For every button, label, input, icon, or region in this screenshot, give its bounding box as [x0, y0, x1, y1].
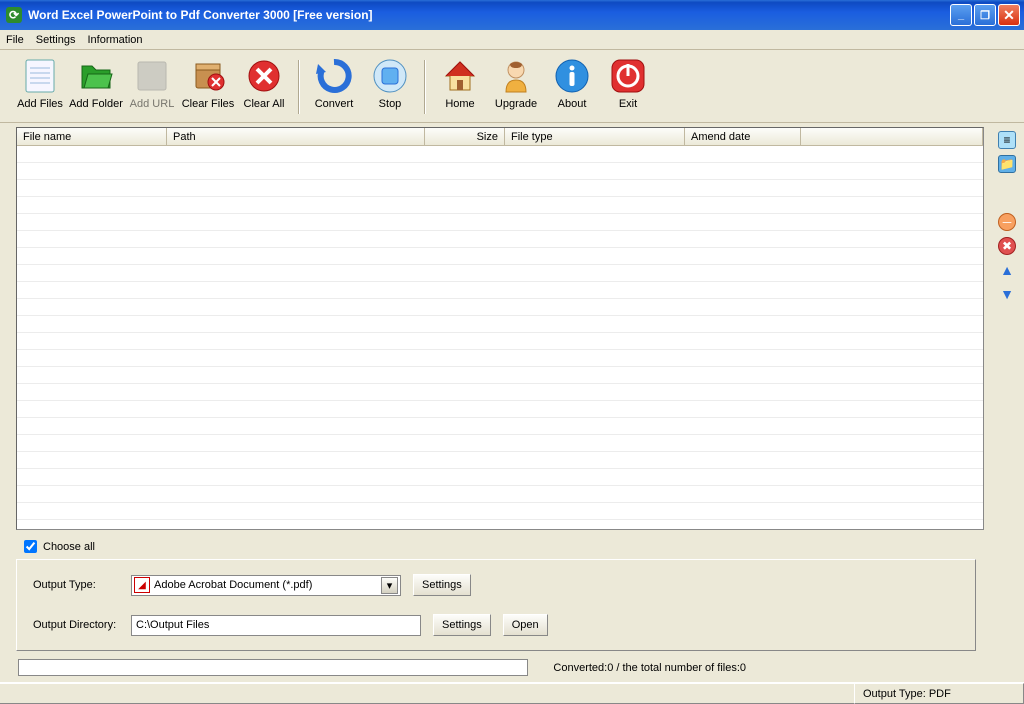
choose-all-checkbox[interactable]: [24, 540, 37, 553]
box-x-icon: [188, 56, 228, 96]
add-folder-button[interactable]: Add Folder: [68, 54, 124, 112]
output-type-label: Output Type:: [33, 579, 119, 591]
output-dir-input[interactable]: [131, 615, 421, 636]
output-dir-settings-button[interactable]: Settings: [433, 614, 491, 636]
app-icon: ⟳: [6, 7, 22, 23]
progress-text: Converted:0 / the total number of files:…: [553, 662, 746, 674]
output-type-select[interactable]: ◢ Adobe Acrobat Document (*.pdf) ▾: [131, 575, 401, 596]
info-icon: [552, 56, 592, 96]
progress-row: Converted:0 / the total number of files:…: [4, 657, 988, 680]
statusbar: Output Type: PDF: [0, 682, 1024, 704]
remove-icon[interactable]: －: [998, 213, 1016, 231]
convert-button[interactable]: Convert: [306, 54, 362, 112]
choose-all-row: Choose all: [4, 534, 988, 557]
output-type-settings-button[interactable]: Settings: [413, 574, 471, 596]
status-output-type: Output Type: PDF: [854, 683, 1024, 704]
add-url-button: Add URL: [124, 54, 180, 112]
folder-icon: [76, 56, 116, 96]
clear-all-icon: [244, 56, 284, 96]
toolbar: Add Files Add Folder Add URL Clear Files…: [0, 50, 1024, 123]
output-dir-label: Output Directory:: [33, 619, 119, 631]
convert-icon: [314, 56, 354, 96]
url-icon: [132, 56, 172, 96]
file-table[interactable]: File name Path Size File type Amend date: [16, 127, 984, 530]
choose-all-label: Choose all: [43, 541, 95, 553]
stop-icon: [370, 56, 410, 96]
clear-all-button[interactable]: Clear All: [236, 54, 292, 112]
power-icon: [608, 56, 648, 96]
menubar: File Settings Information: [0, 30, 1024, 50]
toolbar-separator: [298, 60, 300, 114]
home-icon: [440, 56, 480, 96]
output-panel: Output Type: ◢ Adobe Acrobat Document (*…: [16, 559, 976, 651]
progress-bar: [18, 659, 528, 676]
clear-files-button[interactable]: Clear Files: [180, 54, 236, 112]
open-button[interactable]: Open: [503, 614, 548, 636]
window-title: Word Excel PowerPoint to Pdf Converter 3…: [28, 8, 950, 22]
titlebar: ⟳ Word Excel PowerPoint to Pdf Converter…: [0, 0, 1024, 30]
col-path[interactable]: Path: [167, 128, 425, 145]
file-icon: [20, 56, 60, 96]
move-down-icon[interactable]: ▼: [998, 285, 1016, 303]
content-area: File name Path Size File type Amend date…: [0, 123, 1024, 682]
col-spacer: [801, 128, 983, 145]
close-button[interactable]: ✕: [998, 4, 1020, 26]
delete-icon[interactable]: ✖: [998, 237, 1016, 255]
menu-file[interactable]: File: [6, 34, 24, 46]
col-file-name[interactable]: File name: [17, 128, 167, 145]
pdf-icon: ◢: [134, 577, 150, 593]
toolbar-separator: [424, 60, 426, 114]
menu-settings[interactable]: Settings: [36, 34, 76, 46]
chevron-down-icon: ▾: [381, 577, 398, 594]
about-button[interactable]: About: [544, 54, 600, 112]
upgrade-button[interactable]: Upgrade: [488, 54, 544, 112]
stop-button[interactable]: Stop: [362, 54, 418, 112]
exit-button[interactable]: Exit: [600, 54, 656, 112]
col-amend-date[interactable]: Amend date: [685, 128, 801, 145]
table-header: File name Path Size File type Amend date: [17, 128, 983, 146]
status-spacer: [0, 683, 855, 704]
menu-information[interactable]: Information: [87, 34, 142, 46]
side-toolbar: ≡ 📁 － ✖ ▲ ▼: [994, 125, 1020, 680]
home-button[interactable]: Home: [432, 54, 488, 112]
add-files-button[interactable]: Add Files: [12, 54, 68, 112]
list-icon[interactable]: ≡: [998, 131, 1016, 149]
output-type-value: Adobe Acrobat Document (*.pdf): [154, 579, 381, 591]
user-icon: [496, 56, 536, 96]
col-file-type[interactable]: File type: [505, 128, 685, 145]
table-body: [17, 146, 983, 529]
maximize-button[interactable]: ❐: [974, 4, 996, 26]
minimize-button[interactable]: _: [950, 4, 972, 26]
folder-add-icon[interactable]: 📁: [998, 155, 1016, 173]
col-size[interactable]: Size: [425, 128, 505, 145]
move-up-icon[interactable]: ▲: [998, 261, 1016, 279]
